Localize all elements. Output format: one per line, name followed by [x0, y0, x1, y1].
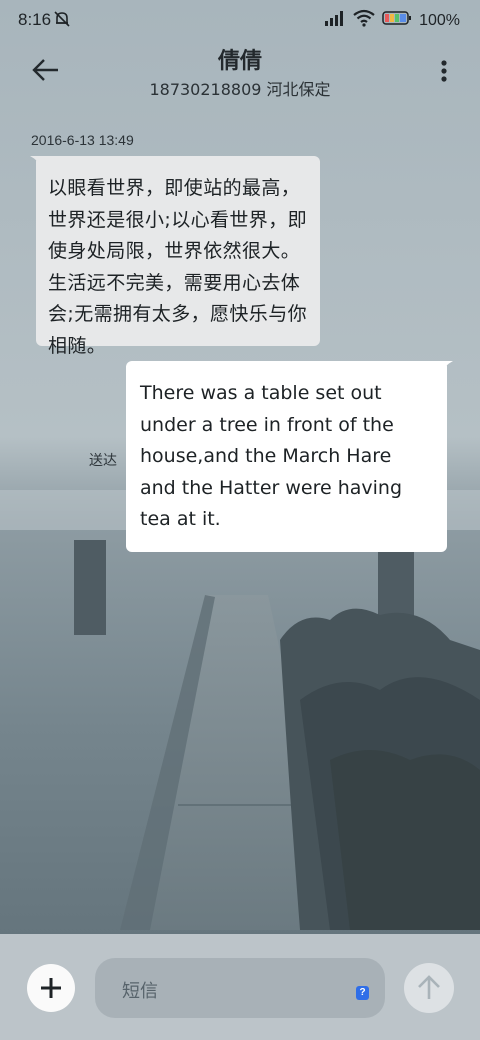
message-input[interactable]: 短信 ? — [95, 958, 385, 1018]
sim-card-icon[interactable]: ? — [356, 986, 369, 1000]
status-time: 8:16 — [18, 10, 52, 29]
sent-message-bubble[interactable]: There was a table set out under a tree i… — [126, 361, 447, 552]
delivery-status: 送达 — [89, 453, 117, 469]
message-timestamp: 2016-6-13 13:49 — [31, 132, 134, 148]
contact-name: 倩倩 — [217, 49, 262, 74]
bell-off-icon — [53, 10, 71, 28]
send-arrow-up-icon — [418, 975, 440, 999]
battery-percent: 100% — [419, 11, 460, 29]
status-bar: 8:16 100% — [0, 0, 480, 40]
wifi-icon — [353, 9, 375, 32]
received-message-bubble[interactable]: 以眼看世界，即使站的最高，世界还是很小;以心看世界，即使身处局限，世界依然很大。… — [36, 156, 320, 357]
send-button[interactable] — [404, 963, 454, 1013]
plus-icon — [41, 978, 61, 998]
contact-detail: 18730218809 河北保定 — [149, 80, 331, 99]
message-input-placeholder: 短信 — [122, 981, 158, 1002]
conversation-header: 倩倩 18730218809 河北保定 — [0, 40, 480, 110]
attach-plus-button[interactable] — [27, 964, 75, 1012]
signal-icon — [324, 10, 346, 31]
battery-icon — [382, 10, 412, 31]
more-vertical-icon[interactable] — [438, 56, 450, 86]
